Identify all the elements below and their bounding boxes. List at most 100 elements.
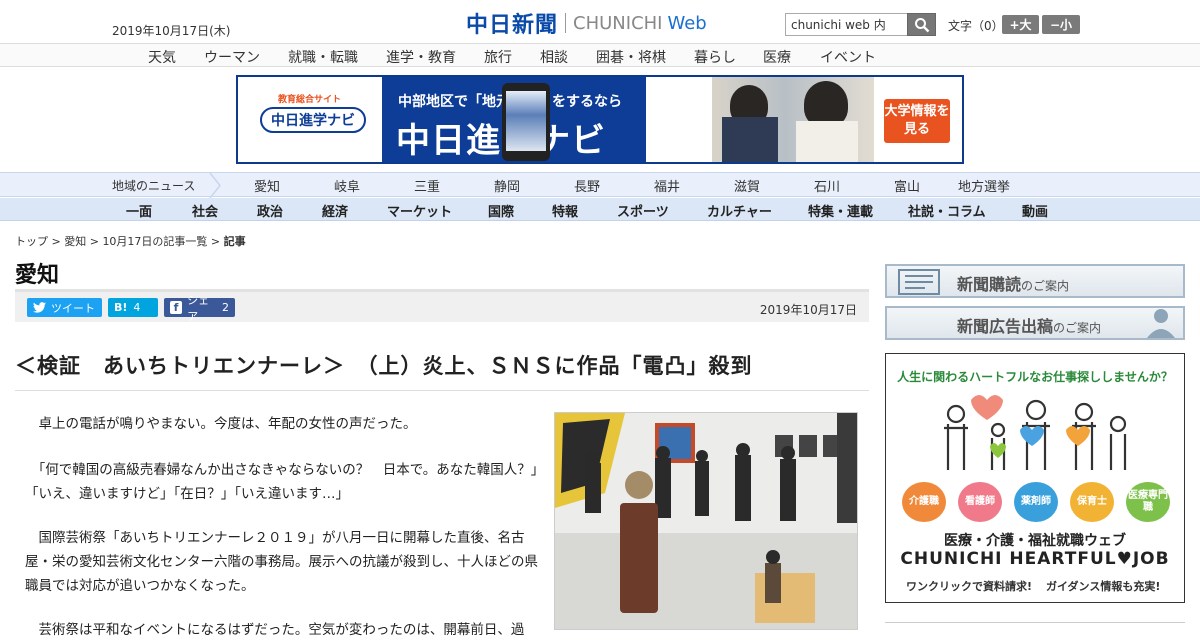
page-title: 愛知 [15,263,60,288]
region-item-fukui[interactable]: 福井 [654,176,680,195]
font-small-button[interactable]: −小 [1042,15,1080,34]
ad-pill-nurse: 看護師 [958,482,1002,522]
site-logo[interactable]: 中日新聞 CHUNICHI Web [466,9,707,39]
section-nav: 一面 社会 政治 経済 マーケット 国際 特報 スポーツ カルチャー 特集・連載… [0,198,1200,221]
region-nav-label: 地域のニュース [112,179,196,193]
share-bar: ツイート B! 4 f シェア 2 2019年10月17日 [15,289,869,323]
section-item-politics[interactable]: 政治 [257,201,283,220]
section-item-front[interactable]: 一面 [126,201,152,220]
logo-divider [565,13,567,33]
nav-item-travel[interactable]: 旅行 [484,47,512,67]
subscribe-suffix: のご案内 [1021,279,1070,293]
region-item-nagano[interactable]: 長野 [574,176,600,195]
region-item-mie[interactable]: 三重 [414,176,440,195]
breadcrumb-current: 記事 [223,235,246,248]
section-item-special[interactable]: 特報 [552,201,578,220]
ad-note-guidance: ガイダンス情報も充実! [1046,580,1161,593]
breadcrumb-top[interactable]: トップ [15,235,48,248]
font-large-button[interactable]: +大 [1002,15,1039,34]
nav-item-education[interactable]: 進学・教育 [386,47,456,67]
article-headline: ＜検証 あいちトリエンナーレ＞ （上）炎上、ＳＮＳに作品「電凸」殺到 [15,354,753,378]
header-date: 2019年10月17日(木) [112,24,231,38]
region-item-shiga[interactable]: 滋賀 [734,176,760,195]
banner-logo-area: 教育総合サイト 中日進学ナビ [238,77,382,162]
nav-item-medical[interactable]: 医療 [763,47,791,67]
tweet-button[interactable]: ツイート [27,298,102,317]
sidebar-divider [885,622,1185,623]
article-paragraph: 「何で韓国の高級売春婦なんか出さなきゃならないの？ 日本で。あなた韓国人？」「い… [25,462,545,502]
ad-pill-childcare: 保育士 [1070,482,1114,522]
newspaper-icon [898,269,940,295]
nav-item-jobs[interactable]: 就職・転職 [288,47,358,67]
advertise-title: 新聞広告出稿 [957,317,1054,336]
region-item-toyama[interactable]: 富山 [894,176,920,195]
article-paragraph: 芸術祭は平和なイベントになるはずだった。空気が変わったのは、開幕前日、過 [25,622,525,638]
advertise-banner[interactable]: 新聞広告出稿のご案内 [885,306,1185,340]
banner-logo: 中日進学ナビ [260,107,366,133]
heartful-job-ad[interactable]: 人生に関わるハートフルなお仕事探ししませんか？ 介護職 看護師 薬剤師 保育士 … [885,353,1185,603]
banner-title: 中日進学ナビ [396,121,606,161]
person-icon [1147,309,1175,338]
subscribe-banner[interactable]: 新聞購読のご案内 [885,264,1185,298]
subscribe-title: 新聞購読 [957,275,1022,294]
hatena-bookmark-button[interactable]: B! 4 [108,298,158,317]
nav-item-weather[interactable]: 天気 [148,47,176,67]
ad-pill-care: 介護職 [902,482,946,522]
facebook-icon: f [170,301,183,314]
section-item-economy[interactable]: 経済 [322,201,348,220]
section-item-video[interactable]: 動画 [1022,201,1048,220]
article-paragraph: 卓上の電話が鳴りやまない。今度は、年配の女性の声だった。 [25,416,417,432]
region-item-aichi[interactable]: 愛知 [254,176,280,195]
banner-logo-caption: 教育総合サイト [278,95,342,105]
nav-item-igo-shogi[interactable]: 囲碁・将棋 [596,47,666,67]
font-size-label: 文字（0） [948,19,1004,33]
banner-cta-button[interactable]: 大学情報を見る [884,99,950,143]
region-item-ishikawa[interactable]: 石川 [814,176,840,195]
nav-item-woman[interactable]: ウーマン [204,47,260,67]
family-illustration [944,395,1127,470]
site-header: 2019年10月17日(木) 中日新聞 CHUNICHI Web 文字（0） +… [0,0,1200,43]
ad-pill-pharmacist: 薬剤師 [1014,482,1058,522]
ad-tagline: 人生に関わるハートフルなお仕事探ししませんか？ [897,370,1173,384]
facebook-share-button[interactable]: f シェア 2 [164,294,235,323]
nav-item-events[interactable]: イベント [820,47,876,67]
region-item-gifu[interactable]: 岐阜 [334,176,360,195]
tweet-label: ツイート [51,301,95,315]
category-nav: 天気 ウーマン 就職・転職 進学・教育 旅行 相談 囲碁・将棋 暮らし 医療 イ… [0,43,1200,67]
subscribe-label: 新聞購読のご案内 [957,271,1069,295]
facebook-share-count: 2 [222,301,229,314]
ad-en-title: CHUNICHI HEARTFUL♥JOB [900,549,1170,569]
section-item-culture[interactable]: カルチャー [707,201,772,220]
headline-divider [15,390,869,391]
region-item-shizuoka[interactable]: 静岡 [494,176,520,195]
breadcrumb-area[interactable]: 愛知 [64,235,86,248]
section-item-society[interactable]: 社会 [192,201,218,220]
article-date: 2019年10月17日 [759,303,857,317]
banner-students-photo [712,77,874,162]
twitter-icon [33,302,46,313]
breadcrumb: トップ > 愛知 > 10月17日の記事一覧 > 記事 [15,235,246,248]
ad-note-request: ワンクリックで資料請求! [906,580,1033,593]
advertise-label: 新聞広告出稿のご案内 [957,313,1101,337]
nav-item-consult[interactable]: 相談 [540,47,568,67]
hatena-icon: B! [114,301,128,314]
hatena-count: 4 [133,301,141,314]
article-photo[interactable] [554,412,858,630]
search-icon [914,17,929,32]
banner-phone-image [502,83,550,161]
section-item-sports[interactable]: スポーツ [617,201,669,220]
nav-item-life[interactable]: 暮らし [694,47,736,67]
section-item-editorial[interactable]: 社説・コラム [908,201,986,220]
ad-pill-medical: 医療専門職 [1126,482,1170,522]
article-paragraph: 国際芸術祭「あいちトリエンナーレ２０１９」が八月一日に開幕した直後、名古屋・栄の… [25,530,538,594]
region-item-elections[interactable]: 地方選挙 [958,176,1010,195]
search-button[interactable] [907,13,936,36]
section-item-world[interactable]: 国際 [488,201,514,220]
section-item-market[interactable]: マーケット [387,201,452,220]
ad-banner-shingaku-navi[interactable]: 教育総合サイト 中日進学ナビ 中部地区で「地元進学」をするなら 中日進学ナビ 大… [236,75,964,164]
section-item-features[interactable]: 特集・連載 [808,201,873,220]
logo-jp: 中日新聞 [466,13,559,38]
ad-jp-title: 医療・介護・福祉就職ウェブ [944,533,1126,549]
search-input[interactable] [785,13,908,36]
breadcrumb-list[interactable]: 10月17日の記事一覧 [102,235,207,248]
